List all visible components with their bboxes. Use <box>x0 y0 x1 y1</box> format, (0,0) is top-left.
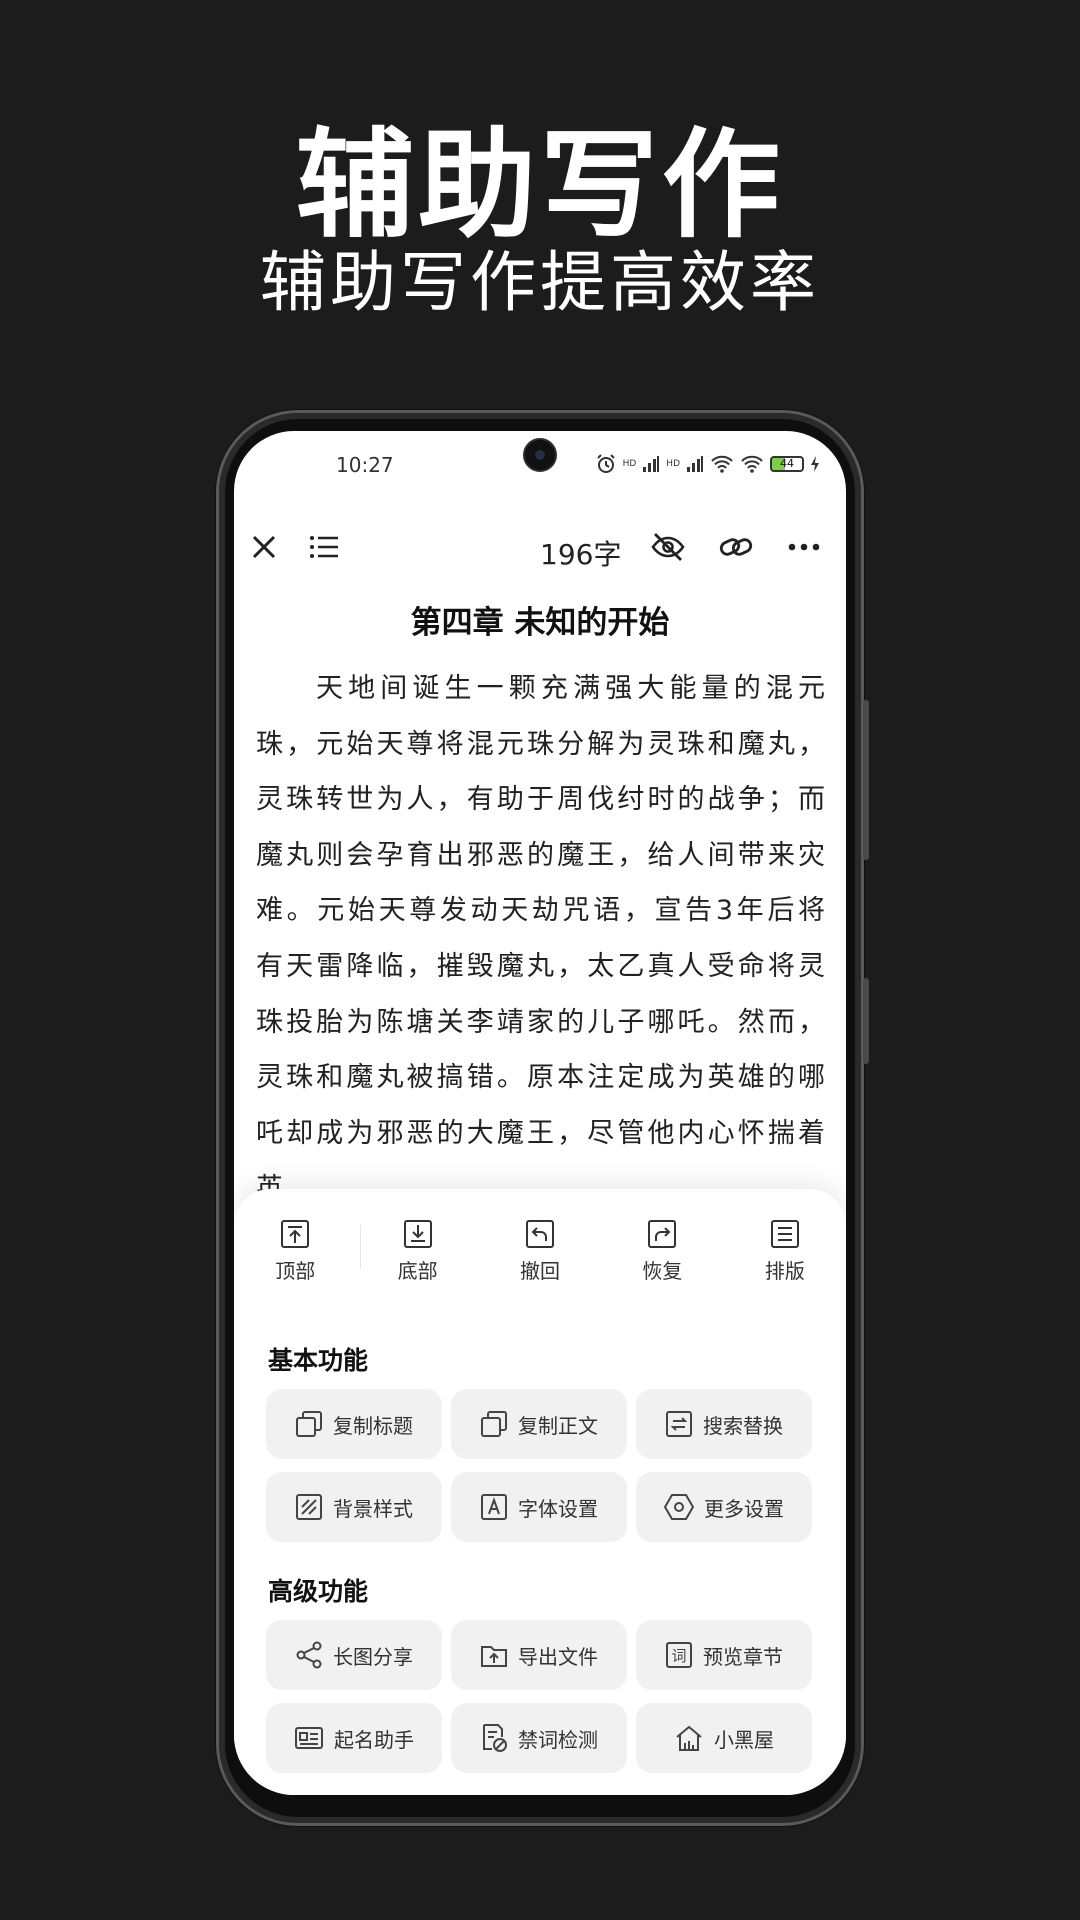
preview-chapter-label: 预览章节 <box>703 1644 783 1669</box>
quick-layout-label: 排版 <box>764 1259 805 1283</box>
quick-undo-button[interactable]: 撤回 <box>479 1219 601 1309</box>
basic-grid: 复制标题 复制正文 搜索替换 背景样式 字体设置 更多设置 <box>266 1389 814 1542</box>
status-time: 10:27 <box>336 453 394 477</box>
hide-button[interactable] <box>646 525 690 569</box>
naming-assistant-label: 起名助手 <box>334 1727 414 1752</box>
camera-hole <box>523 438 557 472</box>
status-icons: HD HD 44 <box>595 453 820 475</box>
forbidden-word-check-button[interactable]: 禁词检测 <box>451 1703 627 1773</box>
link-icon <box>719 538 753 556</box>
hd-label: HD <box>622 459 637 469</box>
to-top-icon <box>281 1220 310 1248</box>
hd-label: HD <box>666 459 680 469</box>
export-file-button[interactable]: 导出文件 <box>451 1620 627 1690</box>
quick-bottom-button[interactable]: 底部 <box>356 1219 478 1309</box>
volume-button <box>863 700 869 860</box>
power-button <box>863 978 869 1064</box>
forbidden-check-icon <box>483 1724 507 1752</box>
close-icon <box>252 535 276 559</box>
copy-icon <box>481 1411 507 1437</box>
outline-button[interactable] <box>302 525 346 569</box>
search-replace-button[interactable]: 搜索替换 <box>636 1389 812 1459</box>
signal-icon <box>687 456 703 472</box>
signal-icon <box>643 456 660 472</box>
hexagon-settings-icon <box>664 1494 694 1520</box>
undo-icon <box>526 1220 555 1248</box>
more-settings-button[interactable]: 更多设置 <box>636 1472 812 1542</box>
word-count: 196字 <box>540 538 622 571</box>
background-style-label: 背景样式 <box>333 1496 413 1521</box>
name-card-icon <box>295 1727 323 1749</box>
svg-text:词: 词 <box>671 1647 686 1665</box>
more-dots-icon <box>788 543 820 551</box>
share-icon <box>296 1641 322 1669</box>
long-image-share-label: 长图分享 <box>333 1644 413 1669</box>
naming-assistant-button[interactable]: 起名助手 <box>266 1703 442 1773</box>
battery-icon: 44 <box>770 456 804 472</box>
export-file-label: 导出文件 <box>518 1644 598 1669</box>
charging-icon <box>811 456 819 472</box>
advanced-section-title: 高级功能 <box>268 1577 369 1606</box>
more-settings-label: 更多设置 <box>704 1496 784 1521</box>
copy-title-label: 复制标题 <box>333 1413 413 1438</box>
search-replace-label: 搜索替换 <box>703 1413 783 1438</box>
copy-body-label: 复制正文 <box>518 1413 598 1438</box>
redo-icon <box>648 1220 677 1248</box>
copy-icon <box>296 1411 322 1437</box>
little-dark-room-button[interactable]: 小黑屋 <box>636 1703 812 1773</box>
font-settings-button[interactable]: 字体设置 <box>451 1472 627 1542</box>
swap-icon <box>666 1411 692 1437</box>
quick-redo-button[interactable]: 恢复 <box>601 1219 723 1309</box>
wifi-icon <box>741 455 763 473</box>
function-sheet: 顶部 底部 撤回 恢复 排版 基本功能 复制标题 复制正文 搜索替换 背景样式 … <box>234 1189 846 1795</box>
copy-title-button[interactable]: 复制标题 <box>266 1389 442 1459</box>
list-icon <box>310 536 338 558</box>
house-icon <box>676 1725 702 1751</box>
link-button[interactable] <box>714 525 758 569</box>
divider <box>360 1225 361 1269</box>
layout-icon <box>770 1220 799 1248</box>
chapter-title[interactable]: 第四章 未知的开始 <box>234 597 846 642</box>
status-bar: 10:27 HD HD 44 <box>234 431 846 501</box>
wifi-icon <box>711 455 733 473</box>
copy-body-button[interactable]: 复制正文 <box>451 1389 627 1459</box>
quick-undo-label: 撤回 <box>520 1259 561 1283</box>
quick-bottom-label: 底部 <box>397 1259 438 1283</box>
font-icon <box>481 1494 507 1520</box>
long-image-share-button[interactable]: 长图分享 <box>266 1620 442 1690</box>
close-button[interactable] <box>242 525 286 569</box>
to-bottom-icon <box>403 1220 432 1248</box>
quick-top-label: 顶部 <box>275 1259 316 1283</box>
more-button[interactable] <box>782 525 826 569</box>
promo-title: 辅助写作 <box>295 116 784 254</box>
editor-toolbar: 196字 <box>234 511 846 583</box>
forbidden-word-check-label: 禁词检测 <box>518 1727 598 1752</box>
preview-icon: 词 <box>666 1642 692 1668</box>
little-dark-room-label: 小黑屋 <box>714 1727 774 1752</box>
preview-chapter-button[interactable]: 词 预览章节 <box>636 1620 812 1690</box>
quick-top-button[interactable]: 顶部 <box>234 1219 356 1309</box>
chapter-body[interactable]: 天地间诞生一颗充满强大能量的混元珠，元始天尊将混元珠分解为灵珠和魔丸，灵珠转世为… <box>256 661 828 1217</box>
export-file-icon <box>481 1646 507 1667</box>
quick-layout-button[interactable]: 排版 <box>724 1219 846 1309</box>
background-style-button[interactable]: 背景样式 <box>266 1472 442 1542</box>
phone-screen: 10:27 HD HD 44 196字 第四章 未知的开始 天地间诞生一颗充满强… <box>234 431 846 1795</box>
alarm-icon <box>596 454 615 473</box>
quick-redo-label: 恢复 <box>642 1259 683 1283</box>
promo-subtitle: 辅助写作提高效率 <box>260 244 820 321</box>
background-icon <box>296 1494 322 1520</box>
quick-actions: 顶部 底部 撤回 恢复 排版 <box>234 1219 846 1309</box>
advanced-grid: 长图分享 导出文件 词 预览章节 起名助手 禁词检测 小黑屋 <box>266 1620 814 1773</box>
basic-section-title: 基本功能 <box>268 1346 369 1375</box>
eye-off-icon <box>651 533 685 561</box>
font-settings-label: 字体设置 <box>518 1496 598 1521</box>
